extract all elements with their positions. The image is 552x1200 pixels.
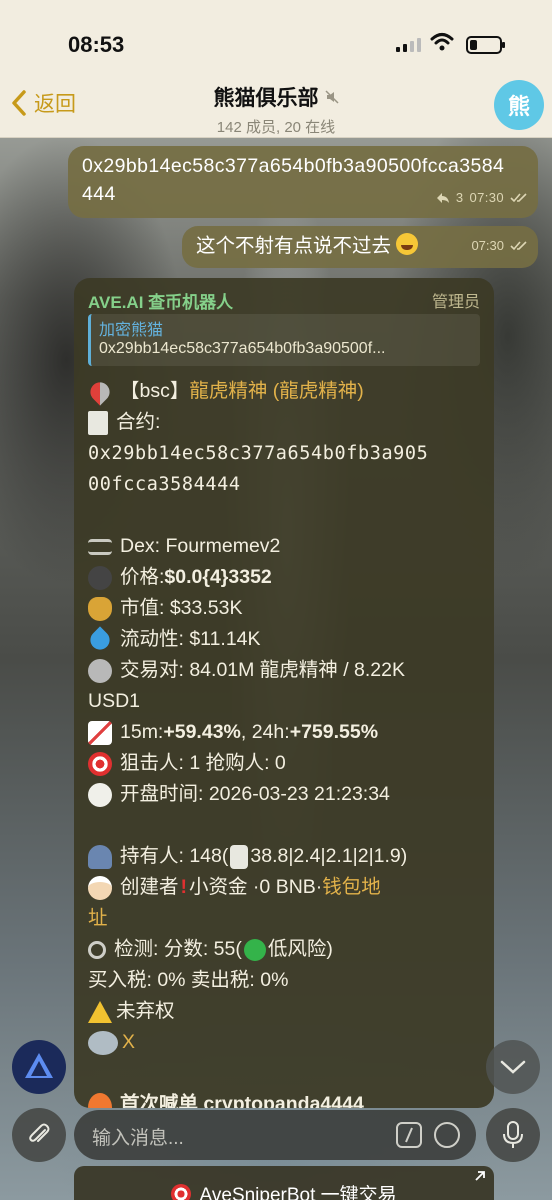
exclamation-icon: ! (180, 876, 188, 898)
price-line: 价格: $0.0{4}3352 (88, 562, 484, 593)
x-line: X (88, 1027, 484, 1058)
token-link[interactable]: 龍虎精神 (龍虎精神) (189, 376, 363, 407)
dollar-icon (88, 565, 112, 590)
reply-text: 0x29bb14ec58c377a654b0fb3a90500f... (99, 340, 386, 357)
contract-address-cont[interactable]: 00fcca3584444 (88, 469, 484, 500)
chevron-left-icon (12, 90, 26, 116)
battery-icon (466, 36, 505, 54)
status-time: 08:53 (68, 32, 125, 57)
chart-up-icon (88, 720, 112, 745)
bird-icon (88, 1030, 118, 1055)
pushpin-icon (86, 377, 114, 406)
target-icon (171, 1184, 192, 1200)
document-icon (230, 844, 249, 869)
first-call-line: 首次喊单 cryptopanda4444 (88, 1089, 484, 1108)
outgoing-message[interactable]: 这个不射有点说不过去 07:30 (182, 226, 538, 268)
money-bag-icon (88, 596, 112, 621)
price-value: $0.0{4}3352 (164, 566, 272, 588)
back-button[interactable]: 返回 (10, 88, 76, 118)
ave-logo-icon (25, 1053, 53, 1078)
message-meta: 07:30 (471, 232, 528, 260)
message-input[interactable]: 输入消息... (74, 1110, 476, 1160)
change-line: 15m: +59.43% , 24h: +759.55% (88, 717, 484, 748)
scroll-down-button[interactable] (486, 1040, 540, 1094)
droplet-icon (86, 625, 114, 654)
magnifier-icon (88, 940, 106, 959)
admin-badge: 管理员 (431, 294, 480, 311)
laughing-emoji-icon (396, 233, 419, 255)
chat-subtitle: 142 成员, 20 在线 (216, 119, 336, 136)
check-line: 检测: 分数: 55( 低风险) (88, 934, 484, 965)
chat-title-area[interactable]: 熊猫俱乐部 142 成员, 20 在线 (150, 82, 402, 137)
bot-message[interactable]: AVE.AI 查币机器人 管理员 加密熊猫 0x29bb14ec58c377a6… (74, 278, 494, 1108)
chat-header: 返回 熊猫俱乐部 142 成员, 20 在线 (0, 76, 552, 138)
open-time-line: 开盘时间: 2026-03-23 21:23:34 (88, 779, 484, 810)
double-check-icon (510, 241, 527, 251)
creator-line: 创建者 ! 小资金 ·0 BNB· 钱包地 (88, 872, 484, 903)
group-avatar[interactable]: 熊 (494, 80, 544, 130)
reply-preview[interactable]: 加密熊猫 0x29bb14ec58c377a654b0fb3a90500f... (88, 314, 480, 366)
users-icon (88, 844, 112, 869)
wifi-icon (430, 33, 454, 51)
liquidity-line: 流动性: $11.14K (86, 624, 484, 655)
cook-icon (88, 875, 112, 900)
renounce-line: 未弃权 (88, 996, 484, 1027)
holders-line: 持有人: 148( 38.8|2.4|2.1|2|1.9) (88, 841, 484, 872)
attach-button[interactable] (12, 1108, 66, 1162)
wallet-link[interactable]: 钱包地 (322, 872, 381, 903)
bot-command-button[interactable] (396, 1122, 422, 1148)
pair-line-cont: USD1 (88, 690, 141, 712)
contract-address[interactable]: 0x29bb14ec58c377a654b0fb3a905 (88, 438, 484, 469)
green-circle-icon (243, 938, 266, 961)
message-time: 07:30 (471, 238, 504, 253)
reply-count: 3 (455, 190, 464, 205)
contract-label-line: 合约: (88, 407, 484, 438)
sniper-line: 狙击人: 1 抢购人: 0 (88, 748, 484, 779)
outgoing-message[interactable]: 0x29bb14ec58c377a654b0fb3a90500fcca35844… (68, 146, 538, 218)
reply-arrow-icon (436, 193, 449, 203)
slash-icon (405, 1127, 413, 1143)
target-icon (88, 751, 112, 776)
scales-icon (88, 538, 112, 555)
mute-icon (324, 90, 339, 104)
chat-title: 熊猫俱乐部 (213, 87, 319, 110)
dex-line: Dex: Fourmemev2 (88, 531, 484, 562)
fire-icon (88, 1092, 112, 1108)
double-check-icon (510, 193, 527, 203)
keyboard-button-label: AveSniperBot 一键交易 (199, 1185, 397, 1200)
pair-line: 交易对: 84.01M 龍虎精神 / 8.22K (88, 655, 484, 686)
keyboard-button[interactable]: AveSniperBot 一键交易 (74, 1166, 494, 1200)
tax-line: 买入税: 0% 卖出税: 0% (88, 969, 289, 991)
signal-icon (396, 36, 421, 52)
mcap-line: 市值: $33.53K (88, 593, 484, 624)
microphone-icon (503, 1121, 523, 1148)
reply-author: 加密熊猫 (99, 322, 164, 339)
message-time: 07:30 (469, 190, 504, 205)
external-arrow-icon (475, 1171, 485, 1181)
message-input-placeholder: 输入消息... (92, 1128, 184, 1149)
wallet-link-cont[interactable]: 址 (88, 903, 484, 934)
sender-name[interactable]: AVE.AI 查币机器人 (88, 288, 233, 313)
message-text: 这个不射有点说不过去 (196, 235, 392, 257)
chevron-down-icon (500, 1060, 526, 1074)
coin-icon (88, 658, 112, 683)
message-meta: 3 07:30 (436, 184, 528, 212)
x-link[interactable]: X (122, 1027, 135, 1058)
document-icon (88, 410, 108, 435)
clock-icon (88, 782, 112, 807)
sticker-button[interactable] (434, 1122, 460, 1148)
token-line: 【bsc】 龍虎精神 (龍虎精神) (86, 376, 484, 407)
status-bar: 08:53 (0, 0, 552, 76)
back-label: 返回 (34, 93, 76, 116)
voice-record-button[interactable] (486, 1108, 540, 1162)
ave-app-button[interactable] (12, 1040, 66, 1094)
warning-icon (88, 1000, 112, 1023)
paperclip-icon (29, 1123, 50, 1142)
